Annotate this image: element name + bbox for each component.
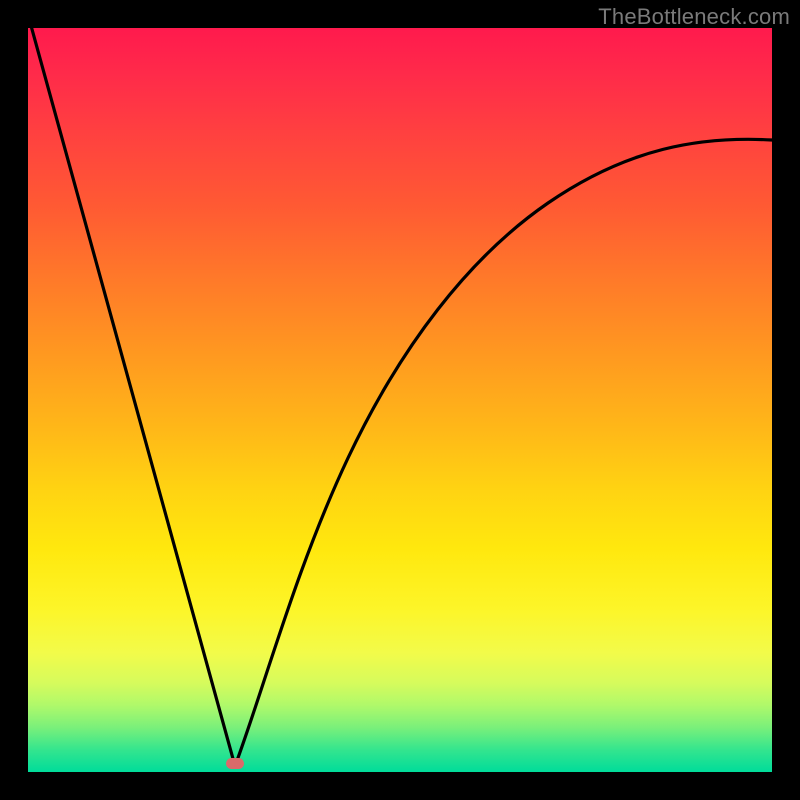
bottleneck-curve — [28, 28, 772, 772]
plot-area — [28, 28, 772, 772]
curve-right-branch — [235, 139, 772, 766]
curve-left-branch — [30, 22, 235, 766]
notch-marker — [226, 758, 244, 769]
watermark-text: TheBottleneck.com — [598, 4, 790, 30]
chart-frame: TheBottleneck.com — [0, 0, 800, 800]
